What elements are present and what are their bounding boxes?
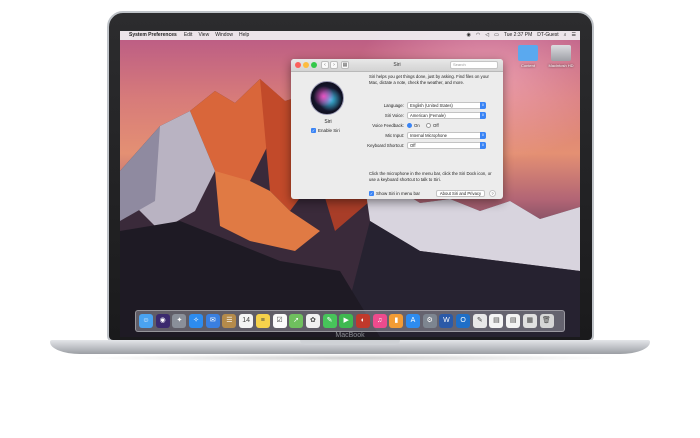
mic-popup[interactable]: Internal Microphone ⇕: [407, 132, 486, 139]
contacts-icon[interactable]: ☰: [222, 314, 237, 328]
folder-icon: [518, 45, 538, 61]
checkbox-checked-icon: ✓: [369, 191, 374, 196]
app-store-icon[interactable]: A: [406, 314, 420, 328]
popup-arrow-icon: ⇕: [480, 112, 486, 119]
ibooks-icon[interactable]: ▮: [389, 314, 404, 328]
dock: ☺ ◉ ✦ ✧ ✉ ☰ 14 ≡ ☑ ➚ ✿ ✎ ▶ ◐ ♫ ▮ A ⚙ W O ✎ ▤ ▤ ▦ 🗑: [135, 310, 565, 332]
battery-icon[interactable]: ▭: [494, 31, 499, 40]
menu-edit[interactable]: Edit: [184, 31, 193, 40]
language-row: Language: English (United States) ⇕: [369, 102, 499, 110]
desktop-icon-macintosh-hd[interactable]: Macintosh HD: [544, 45, 578, 68]
voice-value: American (Female): [410, 113, 446, 118]
popup-arrow-icon: ⇕: [480, 132, 486, 139]
desktop-icon-label: Content: [520, 63, 535, 68]
photo-booth-icon[interactable]: ◐: [355, 314, 370, 328]
siri-label: Siri: [324, 119, 332, 125]
menu-extras: ◉ ◠ ◁ ▭ Tue 2:37 PM DT-Guest ⌕ ☰: [462, 31, 577, 40]
siri-icon[interactable]: ◉: [155, 314, 170, 328]
voice-popup[interactable]: American (Female) ⇕: [407, 112, 486, 119]
macbook-brand-label: MacBook: [335, 332, 365, 339]
search-field[interactable]: Search: [450, 61, 498, 69]
launchpad-icon[interactable]: ✦: [172, 314, 187, 328]
feedback-row: Voice Feedback: On Off: [369, 122, 499, 130]
screen: System Preferences Edit View Window Help…: [120, 31, 580, 337]
photos-icon[interactable]: ✿: [305, 314, 320, 328]
notes-icon[interactable]: ≡: [255, 314, 270, 328]
downloads-icon[interactable]: ▦: [522, 314, 537, 328]
shortcut-popup[interactable]: Off ⇕: [407, 142, 486, 149]
enable-siri-checkbox[interactable]: ✓ Enable Siri: [311, 128, 340, 133]
menu-clock[interactable]: Tue 2:37 PM: [504, 31, 532, 40]
about-siri-button[interactable]: About Siri and Privacy: [436, 190, 485, 197]
search-icon[interactable]: ⌕: [564, 31, 567, 40]
outlook-icon[interactable]: O: [456, 314, 471, 328]
siri-left-pane: Siri ✓ Enable Siri: [291, 72, 365, 199]
safari-icon[interactable]: ✧: [189, 314, 204, 328]
voice-label: Siri Voice:: [384, 113, 404, 118]
laptop-shadow: [80, 354, 620, 362]
language-popup[interactable]: English (United States) ⇕: [407, 102, 486, 109]
wifi-icon[interactable]: ◠: [476, 31, 480, 40]
voice-row: Siri Voice: American (Female) ⇕: [369, 112, 499, 120]
checkbox-checked-icon: ✓: [311, 128, 316, 133]
messages-icon[interactable]: ✎: [322, 314, 337, 328]
window-titlebar: ‹ › ▦ Siri Search: [291, 59, 503, 72]
menu-bar: System Preferences Edit View Window Help…: [120, 31, 580, 40]
hard-drive-icon: [551, 45, 571, 61]
feedback-label: Voice Feedback:: [372, 123, 404, 128]
desktop-icon-label: Macintosh HD: [548, 63, 574, 68]
maps-icon[interactable]: ➚: [289, 314, 304, 328]
help-button[interactable]: ?: [489, 190, 496, 197]
siri-orb-icon: [310, 81, 344, 115]
menu-help[interactable]: Help: [239, 31, 249, 40]
menu-window[interactable]: Window: [215, 31, 233, 40]
finder-icon[interactable]: ☺: [139, 314, 153, 328]
popup-arrow-icon: ⇕: [480, 102, 486, 109]
bottom-row: ✓ Show Siri in menu bar About Siri and P…: [369, 189, 499, 198]
volume-icon[interactable]: ◁: [485, 31, 489, 40]
language-value: English (United States): [410, 103, 453, 108]
document-icon[interactable]: ▤: [506, 314, 521, 328]
list-icon[interactable]: ☰: [572, 31, 576, 40]
language-label: Language:: [383, 103, 404, 108]
reminders-icon[interactable]: ☑: [272, 314, 287, 328]
preview-icon[interactable]: ✎: [472, 314, 487, 328]
feedback-off-label: Off: [433, 123, 439, 128]
document-icon[interactable]: ▤: [489, 314, 504, 328]
menu-app-name[interactable]: System Preferences: [129, 31, 177, 40]
show-in-menubar-label: Show Siri in menu bar: [376, 191, 421, 196]
feedback-on-label: On: [414, 123, 420, 128]
menu-user[interactable]: DT-Guest: [537, 31, 558, 40]
word-icon[interactable]: W: [439, 314, 454, 328]
shortcut-value: Off: [410, 143, 416, 148]
trash-icon[interactable]: 🗑: [539, 314, 554, 328]
system-preferences-icon[interactable]: ⚙: [422, 314, 437, 328]
menu-view[interactable]: View: [198, 31, 209, 40]
mic-label: Mic Input:: [385, 133, 404, 138]
popup-arrow-icon: ⇕: [480, 142, 486, 149]
siri-footer-note: Click the microphone in the menu bar, cl…: [369, 171, 492, 182]
mail-icon[interactable]: ✉: [205, 314, 220, 328]
feedback-on-radio[interactable]: [407, 123, 412, 128]
show-in-menubar-checkbox[interactable]: ✓ Show Siri in menu bar: [369, 191, 420, 196]
siri-icon[interactable]: ◉: [467, 31, 471, 40]
enable-siri-label: Enable Siri: [318, 128, 340, 133]
siri-preferences-window: ‹ › ▦ Siri Search Siri ✓ Enable Siri Sir…: [291, 59, 503, 199]
mic-value: Internal Microphone: [410, 133, 448, 138]
feedback-off-radio[interactable]: [426, 123, 431, 128]
shortcut-label: Keyboard Shortcut:: [367, 143, 404, 148]
facetime-icon[interactable]: ▶: [339, 314, 354, 328]
calendar-icon[interactable]: 14: [239, 314, 254, 328]
laptop-notch: [300, 340, 400, 345]
mic-row: Mic Input: Internal Microphone ⇕: [369, 132, 499, 140]
desktop-icon-content[interactable]: Content: [511, 45, 545, 68]
siri-description: Siri helps you get things done, just by …: [369, 74, 489, 85]
siri-settings-pane: Siri helps you get things done, just by …: [367, 74, 499, 197]
itunes-icon[interactable]: ♫: [372, 314, 387, 328]
shortcut-row: Keyboard Shortcut: Off ⇕: [367, 142, 499, 150]
